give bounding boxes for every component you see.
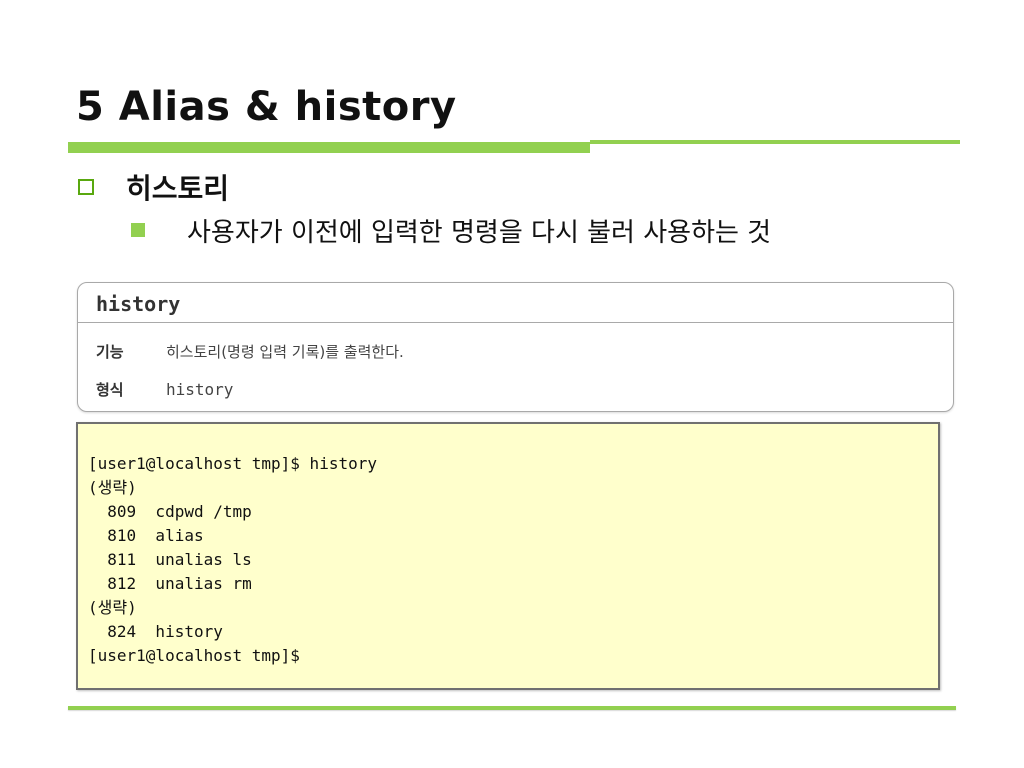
- bullet-level-2: 사용자가 이전에 입력한 명령을 다시 불러 사용하는 것: [131, 212, 771, 248]
- card-row-label: 기능: [96, 342, 124, 361]
- footer-divider: [68, 706, 956, 710]
- bullet-level-1: 히스토리: [76, 170, 230, 205]
- card-row-label: 형식: [96, 380, 124, 399]
- terminal-line: 809 cdpwd /tmp: [88, 502, 252, 521]
- card-row-format: 형식 history: [96, 377, 233, 401]
- bullet-level-2-text: 사용자가 이전에 입력한 명령을 다시 불러 사용하는 것: [187, 217, 772, 248]
- terminal-output-box: [user1@localhost tmp]$ history (생략) 809 …: [76, 422, 940, 690]
- hollow-square-bullet-icon: [78, 179, 94, 195]
- bullet-level-1-text: 히스토리: [126, 172, 230, 205]
- filled-square-bullet-icon: [131, 223, 145, 237]
- terminal-line: [user1@localhost tmp]$: [88, 646, 300, 665]
- command-reference-card: history 기능 히스토리(명령 입력 기록)를 출력한다. 형식 hist…: [77, 282, 954, 412]
- terminal-line: 811 unalias ls: [88, 550, 252, 569]
- terminal-line: [user1@localhost tmp]$ history: [88, 454, 377, 473]
- terminal-line: 824 history: [88, 622, 223, 641]
- terminal-line: (생략): [88, 478, 137, 497]
- command-name: history: [96, 292, 181, 316]
- terminal-line: 812 unalias rm: [88, 574, 252, 593]
- card-divider: [78, 322, 953, 323]
- terminal-lines: [user1@localhost tmp]$ history (생략) 809 …: [88, 452, 377, 668]
- slide-title: 5 Alias & history: [76, 84, 457, 130]
- card-row-value: history: [166, 379, 234, 399]
- card-row-function: 기능 히스토리(명령 입력 기록)를 출력한다.: [96, 339, 404, 363]
- terminal-line: (생략): [88, 598, 137, 617]
- title-underline-thin: [590, 140, 960, 144]
- terminal-line: 810 alias: [88, 526, 204, 545]
- card-row-value: 히스토리(명령 입력 기록)를 출력한다.: [166, 342, 404, 361]
- title-underline-thick: [68, 142, 590, 153]
